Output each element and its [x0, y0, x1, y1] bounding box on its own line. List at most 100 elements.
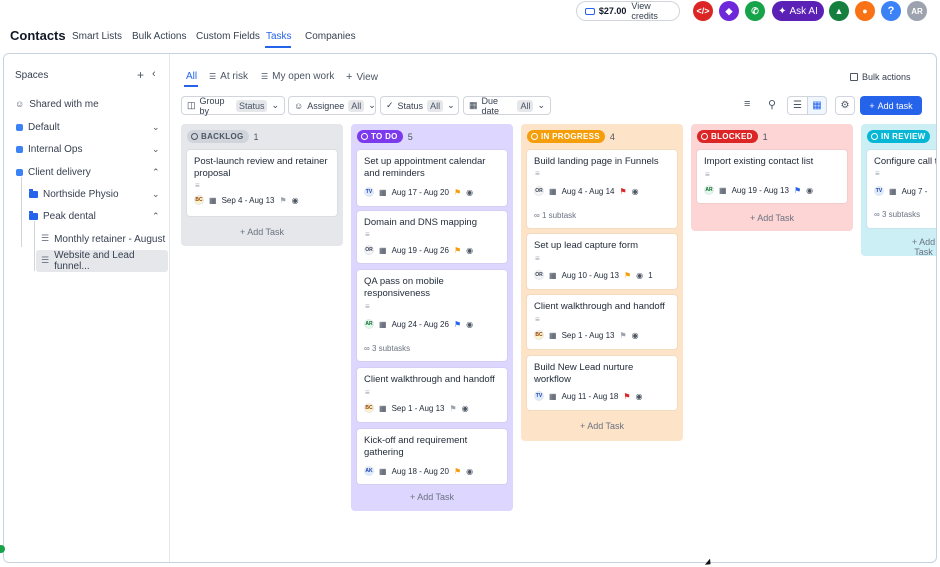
flag-icon[interactable]: ⚑: [450, 404, 457, 413]
sidebar-item-shared[interactable]: ☺ Shared with me: [4, 94, 170, 114]
task-dates[interactable]: Aug 18 - Aug 20: [392, 467, 449, 476]
bulk-actions-button[interactable]: Bulk actions: [850, 72, 911, 82]
add-task-link[interactable]: + Add Task: [911, 237, 936, 257]
add-task-link[interactable]: + Add Task: [181, 227, 343, 237]
task-card[interactable]: Client walkthrough and handoff ≡ BC ▦ Se…: [357, 368, 507, 422]
task-card[interactable]: Set up lead capture form ≡ OR ▦ Aug 10 -…: [527, 234, 677, 289]
sidebar-item-default[interactable]: Default ⌄: [4, 117, 170, 137]
tab-companies[interactable]: Companies: [305, 31, 356, 42]
task-dates[interactable]: Aug 17 - Aug 20: [392, 188, 449, 197]
assignee-avatar[interactable]: OR: [364, 245, 374, 255]
dependency-icon[interactable]: ◉: [636, 271, 643, 280]
dependency-icon[interactable]: ◉: [632, 187, 639, 196]
collapse-sidebar-icon[interactable]: ‹: [152, 68, 156, 80]
task-dates[interactable]: Aug 10 - Aug 13: [562, 271, 619, 280]
assignee-avatar[interactable]: TV: [534, 391, 544, 401]
task-card[interactable]: Client walkthrough and handoff ≡ BC ▦ Se…: [527, 295, 677, 349]
subtasks-link[interactable]: ∞ 3 subtasks: [874, 210, 920, 219]
flag-icon[interactable]: ⚑: [620, 331, 627, 340]
flag-icon[interactable]: ⚑: [794, 186, 801, 195]
task-dates[interactable]: Aug 19 - Aug 26: [392, 246, 449, 255]
sidebar-item-monthly-retainer[interactable]: ☰ Monthly retainer - August: [4, 229, 170, 249]
add-view-button[interactable]: + View: [346, 71, 378, 83]
board-view-icon[interactable]: ▦: [807, 96, 827, 115]
dependency-icon[interactable]: ◉: [466, 188, 473, 197]
flag-icon[interactable]: ⚑: [454, 246, 461, 255]
list-view-icon[interactable]: ☰: [787, 96, 807, 115]
user-avatar[interactable]: AR: [907, 1, 927, 21]
assignee-avatar[interactable]: AK: [364, 466, 374, 476]
view-tab-at-risk[interactable]: ☰ At risk: [209, 71, 248, 82]
add-task-link[interactable]: + Add Task: [521, 421, 683, 431]
search-icon[interactable]: ⚲: [768, 98, 776, 111]
flag-icon[interactable]: ⚑: [623, 392, 630, 401]
sidebar-item-client-delivery[interactable]: Client delivery ⌃: [4, 162, 170, 182]
task-card[interactable]: Post-launch review and retainer proposal…: [187, 150, 337, 216]
task-card[interactable]: Set up appointment calendar and reminder…: [357, 150, 507, 206]
tab-tasks[interactable]: Tasks: [266, 31, 292, 42]
code-icon[interactable]: </>: [693, 1, 713, 21]
status-filter[interactable]: ✓ Status All ⌄: [380, 96, 459, 115]
shield-icon[interactable]: ◆: [719, 1, 739, 21]
tab-custom-fields[interactable]: Custom Fields: [196, 31, 260, 42]
task-dates[interactable]: Sep 4 - Aug 13: [222, 196, 275, 205]
sidebar-item-northside-physio[interactable]: Northside Physio ⌄: [4, 184, 170, 204]
flag-icon[interactable]: ⚑: [454, 467, 461, 476]
task-dates[interactable]: Aug 4 - Aug 14: [562, 187, 615, 196]
assignee-avatar[interactable]: BC: [364, 403, 374, 413]
task-dates[interactable]: Aug 7 -: [902, 187, 928, 196]
sidebar-item-peak-dental[interactable]: Peak dental ⌃: [4, 206, 170, 226]
sidebar-item-website-lead-funnel[interactable]: ☰ Website and Lead funnel...: [36, 250, 168, 272]
assignee-avatar[interactable]: TV: [874, 186, 884, 196]
sort-icon[interactable]: ≡: [744, 98, 750, 110]
subtasks-link[interactable]: ∞ 1 subtask: [534, 211, 576, 220]
group-by-select[interactable]: ◫ Group by Status ⌄: [181, 96, 285, 116]
assignee-filter[interactable]: ☺ Assignee All ⌄: [288, 96, 376, 115]
tab-bulk-actions[interactable]: Bulk Actions: [132, 31, 186, 42]
settings-icon[interactable]: ⚙: [835, 96, 855, 115]
subtasks-link[interactable]: ∞ 3 subtasks: [364, 344, 410, 353]
credits-button[interactable]: $27.00 View credits: [576, 1, 680, 21]
dependency-icon[interactable]: ◉: [466, 467, 473, 476]
task-dates[interactable]: Aug 24 - Aug 26: [392, 320, 449, 329]
dependency-icon[interactable]: ◉: [806, 186, 813, 195]
megaphone-icon[interactable]: ▲: [829, 1, 849, 21]
task-card[interactable]: Import existing contact list ≡ AR ▦ Aug …: [697, 150, 847, 203]
dependency-icon[interactable]: ◉: [462, 404, 469, 413]
task-card[interactable]: Domain and DNS mapping ≡ OR ▦ Aug 19 - A…: [357, 211, 507, 263]
tab-smart-lists[interactable]: Smart Lists: [72, 31, 122, 42]
flag-icon[interactable]: ⚑: [624, 271, 631, 280]
assignee-avatar[interactable]: AR: [364, 319, 374, 329]
task-dates[interactable]: Aug 11 - Aug 18: [562, 392, 619, 401]
add-task-button[interactable]: + Add task: [860, 96, 922, 115]
flag-icon[interactable]: ⚑: [454, 188, 461, 197]
dependency-icon[interactable]: ◉: [466, 320, 473, 329]
assignee-avatar[interactable]: AR: [704, 185, 714, 195]
flag-icon[interactable]: ⚑: [280, 196, 287, 205]
flag-icon[interactable]: ⚑: [454, 320, 461, 329]
assignee-avatar[interactable]: BC: [194, 195, 204, 205]
task-card[interactable]: Build New Lead nurture workflow ≡ TV ▦ A…: [527, 356, 677, 410]
due-date-filter[interactable]: ▦ Due date All ⌄: [463, 96, 551, 116]
task-dates[interactable]: Sep 1 - Aug 13: [392, 404, 445, 413]
view-tab-my-open-work[interactable]: ☰ My open work: [261, 71, 334, 82]
task-card[interactable]: Configure call t ≡ TV ▦ Aug 7 - ∞ 3 subt…: [867, 150, 936, 228]
task-card[interactable]: Kick-off and requirement gathering AK ▦ …: [357, 429, 507, 484]
assignee-avatar[interactable]: BC: [534, 330, 544, 340]
help-icon[interactable]: ?: [881, 1, 901, 21]
view-tab-all[interactable]: All: [186, 71, 197, 82]
add-task-link[interactable]: + Add Task: [691, 213, 853, 223]
add-task-link[interactable]: + Add Task: [351, 492, 513, 502]
flag-icon[interactable]: ⚑: [620, 187, 627, 196]
sidebar-item-internal-ops[interactable]: Internal Ops ⌄: [4, 139, 170, 159]
assignee-avatar[interactable]: OR: [534, 186, 544, 196]
dependency-icon[interactable]: ◉: [466, 246, 473, 255]
task-card[interactable]: QA pass on mobile responsiveness ≡ AR ▦ …: [357, 270, 507, 361]
task-card[interactable]: Build landing page in Funnels ≡ OR ▦ Aug…: [527, 150, 677, 228]
ask-ai-button[interactable]: ✦ Ask AI: [772, 1, 824, 21]
task-dates[interactable]: Aug 19 - Aug 13: [732, 186, 789, 195]
assignee-avatar[interactable]: OR: [534, 270, 544, 280]
bell-icon[interactable]: ●: [855, 1, 875, 21]
assignee-avatar[interactable]: TV: [364, 187, 374, 197]
task-dates[interactable]: Sep 1 - Aug 13: [562, 331, 615, 340]
